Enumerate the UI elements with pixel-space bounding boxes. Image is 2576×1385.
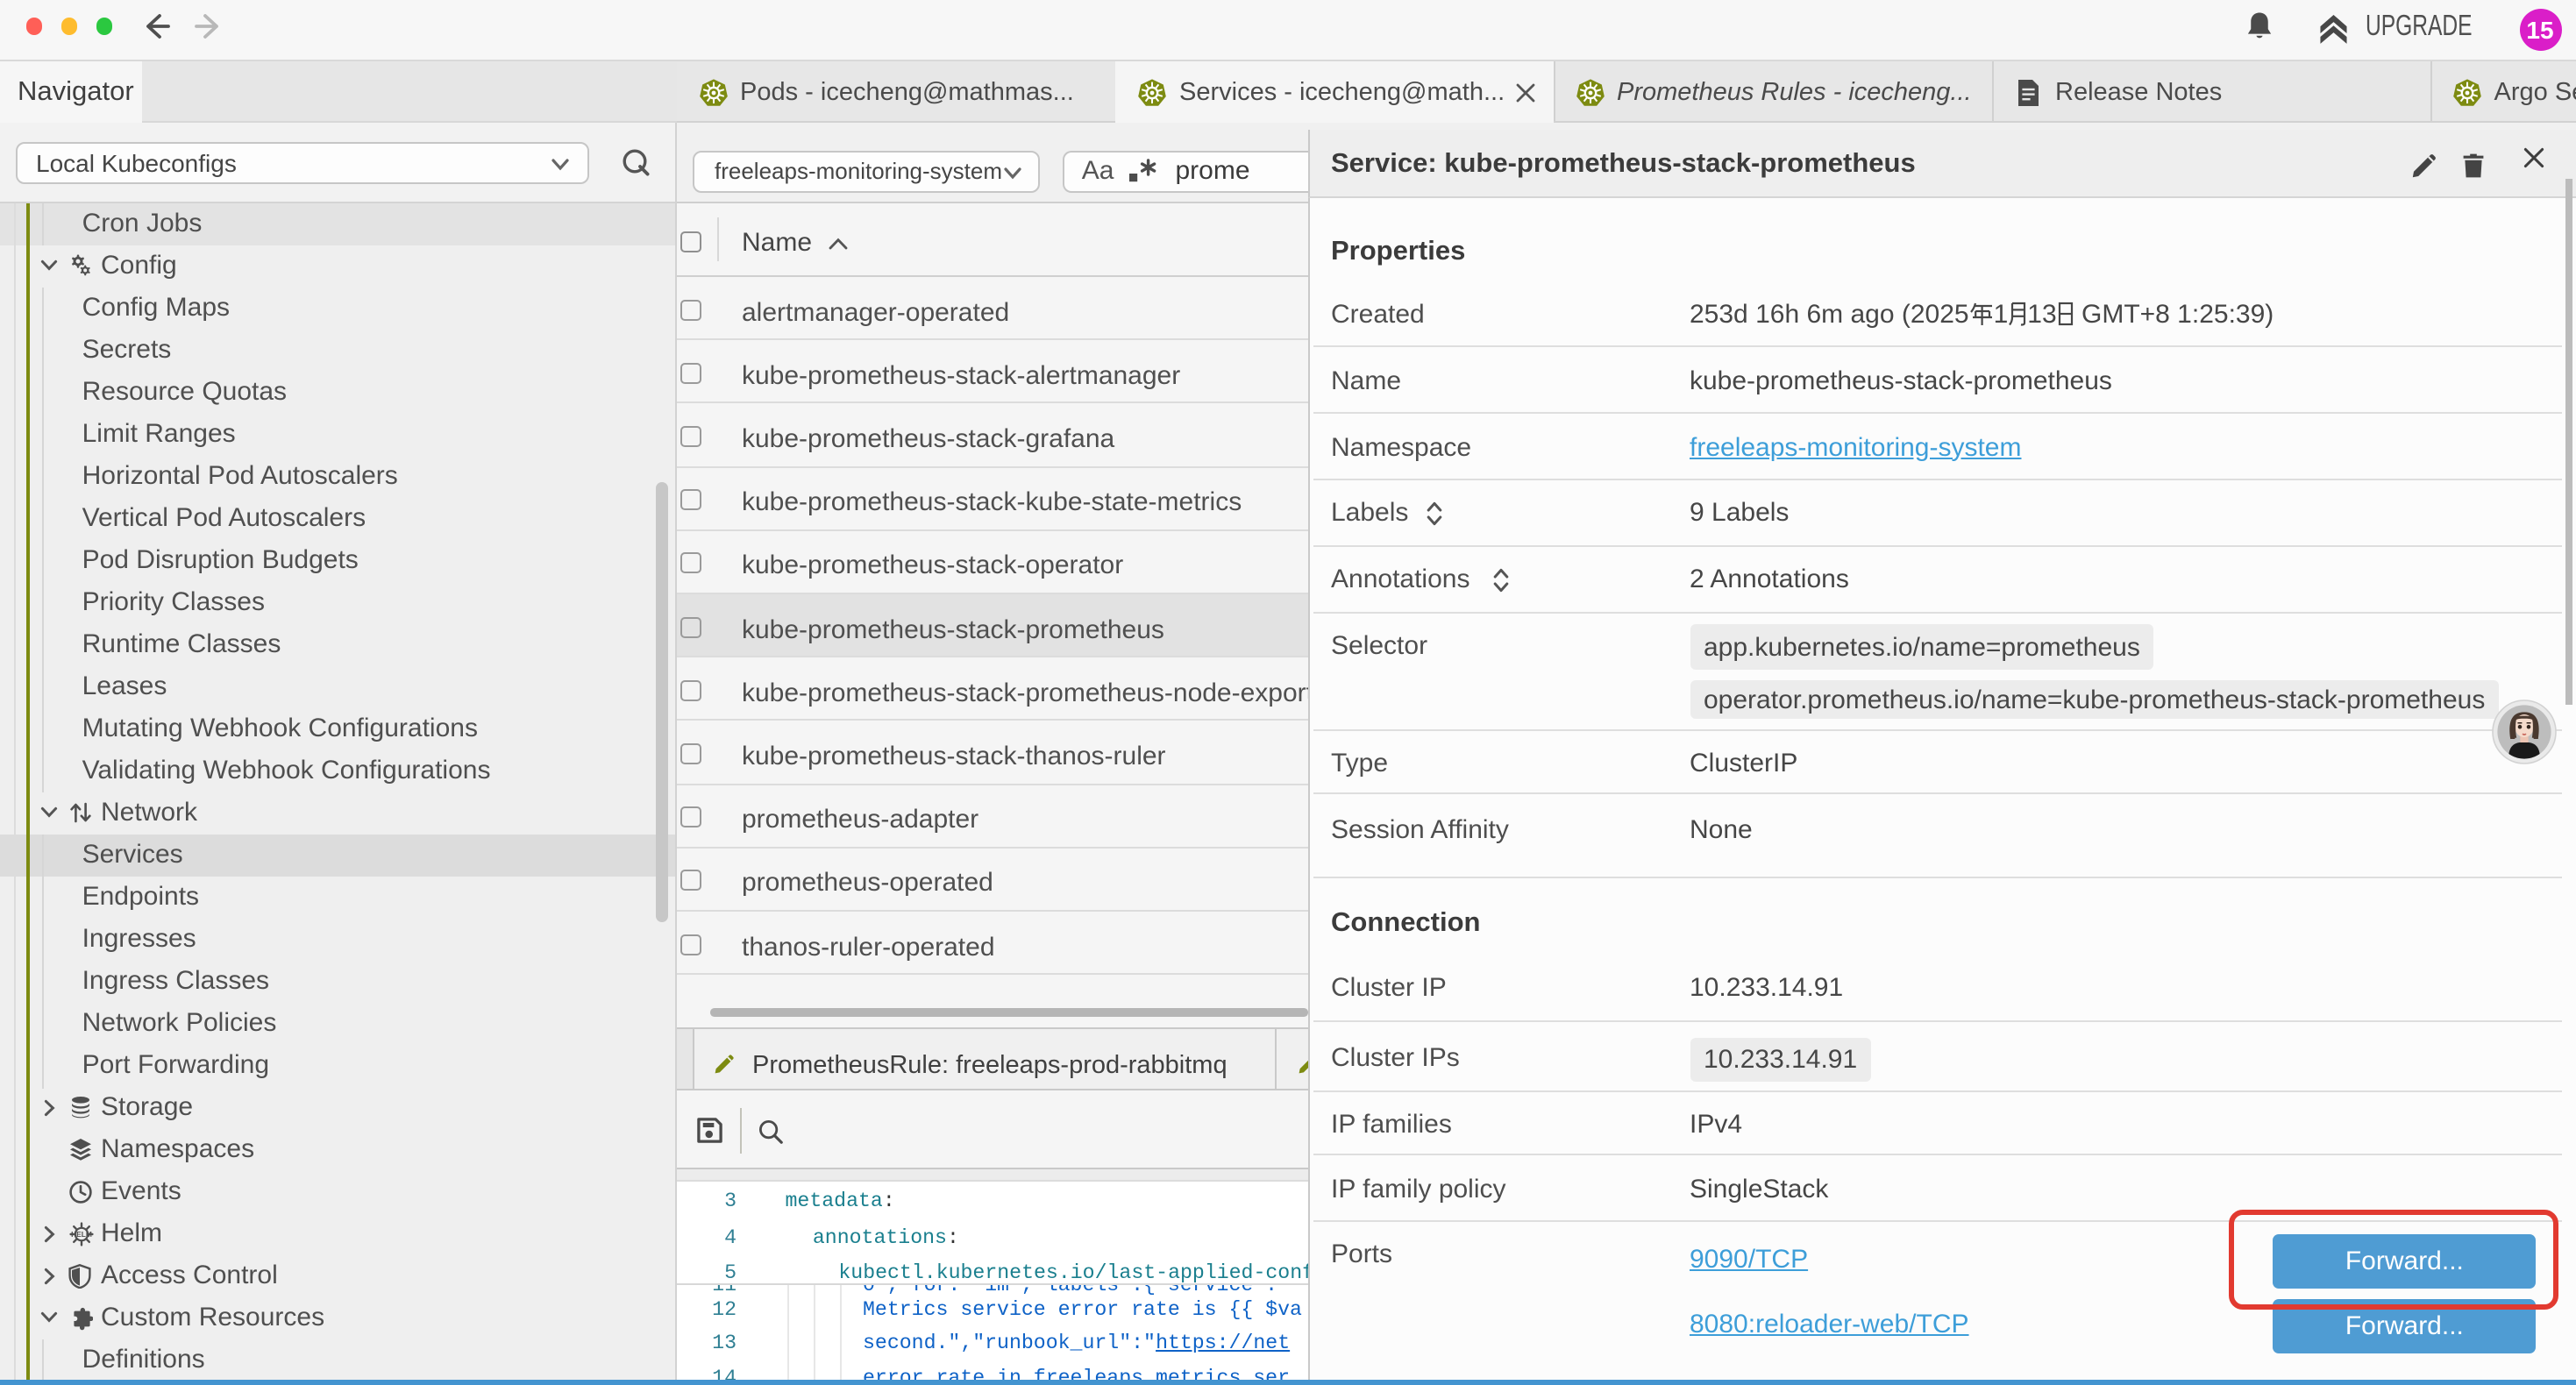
svg-text:HELM: HELM <box>70 1230 91 1239</box>
